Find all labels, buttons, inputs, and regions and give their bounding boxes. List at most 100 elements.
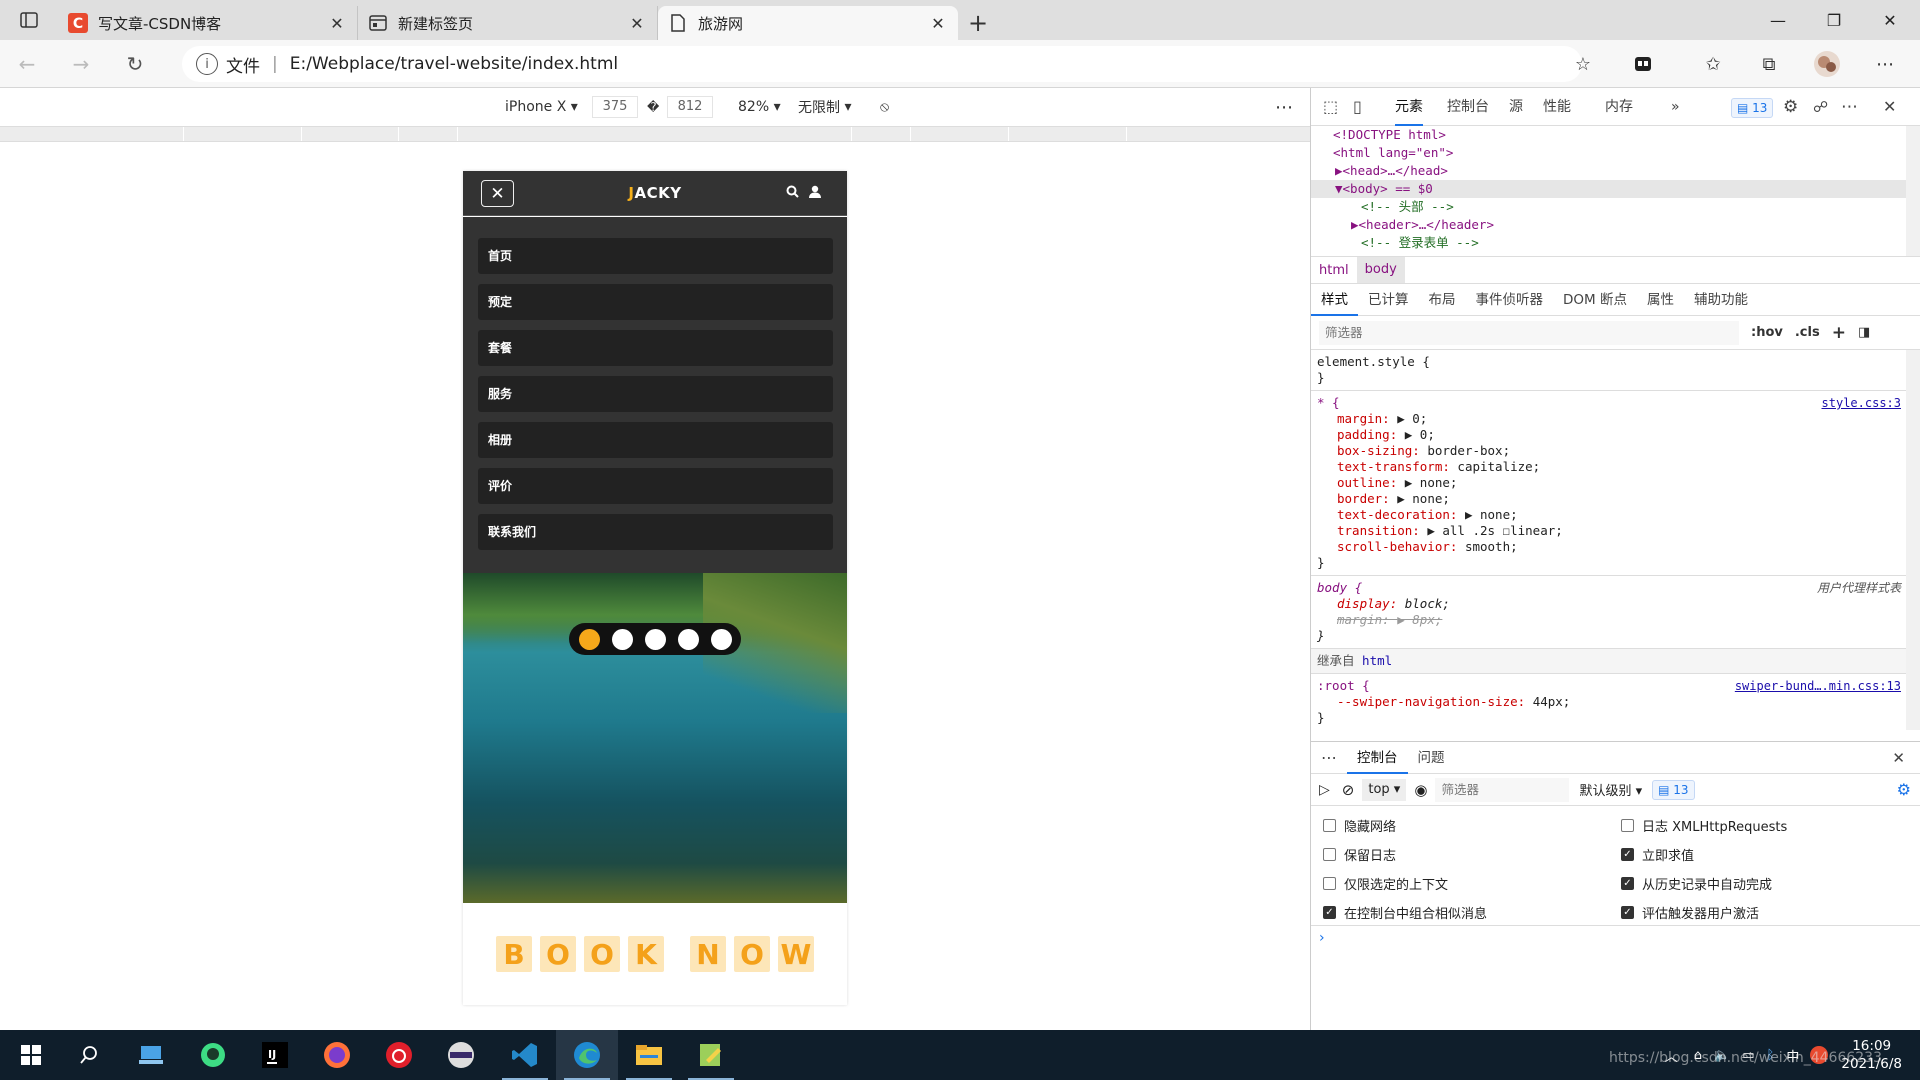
eager-eval-checkbox[interactable]: ✓ 立即求值 [1621,845,1694,864]
css-property-overridden[interactable]: margin: ▶ 8px; [1317,612,1901,628]
selected-context-checkbox[interactable]: 仅限选定的上下文 [1323,874,1448,893]
tab-console[interactable]: 控制台 [1347,742,1408,774]
css-property[interactable]: text-transform: capitalize; [1317,459,1901,475]
issues-badge[interactable]: ▤ 13 [1731,98,1774,118]
netease-music-icon[interactable] [368,1030,430,1080]
search-icon[interactable] [786,185,799,198]
console-prompt[interactable]: › [1311,926,1920,950]
back-icon[interactable]: ← [0,40,54,88]
css-property[interactable]: display: block; [1317,596,1901,612]
css-property[interactable]: box-sizing: border-box; [1317,443,1901,459]
collections-app-icon[interactable] [1620,40,1666,88]
styles-filter-input[interactable]: 筛选器 [1319,320,1739,345]
this-pc-icon[interactable] [120,1030,182,1080]
user-activation-checkbox[interactable]: ✓ 评估触发器用户激活 [1621,903,1759,922]
new-tab-button[interactable]: + [958,6,998,40]
tab-accessibility[interactable]: 辅助功能 [1684,284,1758,316]
breadcrumb-item[interactable]: html [1311,263,1357,278]
close-icon[interactable]: ✕ [327,14,347,33]
hov-button[interactable]: :hov [1751,325,1783,340]
window-close-icon[interactable]: ✕ [1862,0,1918,40]
windows-start-icon[interactable] [0,1030,62,1080]
inherited-link[interactable]: html [1362,653,1392,668]
slider-dot[interactable] [611,628,633,650]
forward-icon[interactable]: → [54,40,108,88]
css-property[interactable]: border: ▶ none; [1317,491,1901,507]
tab-styles[interactable]: 样式 [1311,284,1358,316]
feedback-icon[interactable]: ☍ [1813,88,1828,126]
issues-badge[interactable]: ▤ 13 [1652,779,1695,800]
dom-line[interactable]: <!DOCTYPE html> [1311,126,1907,144]
more-options-icon[interactable]: ⋯ [1841,88,1858,126]
user-icon[interactable] [809,185,821,198]
vscode-icon[interactable] [494,1030,556,1080]
device-select[interactable]: iPhone X ▾ [505,97,578,117]
sidebar-toggle-icon[interactable]: ▷ [1319,782,1330,798]
console-filter-input[interactable]: 筛选器 [1435,777,1570,802]
scrollbar[interactable] [1906,350,1920,730]
css-property[interactable]: scroll-behavior: smooth; [1317,539,1901,555]
autocomplete-checkbox[interactable]: ✓ 从历史记录中自动完成 [1621,874,1772,893]
hide-network-checkbox[interactable]: 隐藏网络 [1323,816,1396,835]
more-options-icon[interactable]: ⋯ [1275,97,1293,118]
tab-console[interactable]: 控制台 [1447,88,1489,126]
gear-icon[interactable]: ⚙ [1897,780,1911,799]
tab-performance[interactable]: 性能 [1543,88,1571,126]
rule-selector[interactable]: element.style { [1317,354,1901,370]
rule-selector[interactable]: * { [1317,395,1340,410]
height-input[interactable]: 812 [667,96,713,118]
maximize-icon[interactable]: ❐ [1806,0,1862,40]
scrollbar[interactable] [1906,126,1920,256]
notepad-icon[interactable] [680,1030,742,1080]
context-select[interactable]: top ▾ [1362,778,1407,801]
address-bar[interactable]: i 文件 | E:/Webplace/travel-website/index.… [182,46,1582,82]
rule-selector[interactable]: :root { [1317,678,1370,693]
avatar[interactable] [1804,40,1850,88]
info-icon[interactable]: i [196,53,218,75]
tab-layout[interactable]: 布局 [1419,284,1466,316]
settings-more-icon[interactable]: ⋯ [1862,40,1908,88]
media-query-ruler[interactable] [0,126,1310,142]
close-icon[interactable]: ✕ [1883,88,1896,126]
dom-tree[interactable]: <!DOCTYPE html> <html lang="en"> ▶<head>… [1311,126,1907,256]
tab-memory[interactable]: 内存 [1605,88,1633,126]
rotate-icon[interactable]: ⦸ [880,97,889,117]
log-xhr-checkbox[interactable]: 日志 XMLHttpRequests [1621,816,1787,835]
throttle-select[interactable]: 无限制 ▾ [798,97,851,117]
preserve-log-checkbox[interactable]: 保留日志 [1323,845,1396,864]
device-toggle-icon[interactable]: ▯ [1353,88,1362,126]
css-property[interactable]: margin: ▶ 0; [1317,411,1901,427]
group-similar-checkbox[interactable]: ✓ 在控制台中组合相似消息 [1323,903,1487,922]
css-property[interactable]: padding: ▶ 0; [1317,427,1901,443]
inspect-icon[interactable]: ⬚ [1323,88,1338,126]
drawer-menu-icon[interactable]: ⋯ [1311,742,1347,774]
log-level-select[interactable]: 默认级别 ▾ [1579,780,1642,799]
more-tabs-icon[interactable]: » [1671,88,1680,126]
dom-line-selected[interactable]: ▼<body> == $0 [1311,180,1907,198]
nav-item-book[interactable]: 预定 [478,284,833,320]
tab-issues[interactable]: 问题 [1408,742,1455,774]
tab-event-listeners[interactable]: 事件侦听器 [1466,284,1554,316]
css-property[interactable]: outline: ▶ none; [1317,475,1901,491]
tab-dom-breakpoints[interactable]: DOM 断点 [1553,284,1637,316]
nav-item-contact[interactable]: 联系我们 [478,514,833,550]
cls-button[interactable]: .cls [1795,325,1820,340]
add-favorite-icon[interactable]: ☆ [1560,40,1606,88]
nav-item-packages[interactable]: 套餐 [478,330,833,366]
nav-item-services[interactable]: 服务 [478,376,833,412]
nav-item-home[interactable]: 首页 [478,238,833,274]
slider-dot[interactable] [677,628,699,650]
rule-selector[interactable]: body { [1317,580,1362,595]
dom-line[interactable]: <html lang="en"> [1311,144,1907,162]
edge-icon[interactable] [556,1030,618,1080]
clear-console-icon[interactable]: ⊘ [1342,781,1355,799]
minimize-icon[interactable]: — [1750,0,1806,40]
dom-comment[interactable]: <!-- 头部 --> [1311,198,1907,216]
dom-line[interactable]: ▶<head>…</head> [1311,162,1907,180]
css-property[interactable]: transition: ▶ all .2s ☐linear; [1317,523,1901,539]
dom-comment[interactable]: <!-- 登录表单 --> [1311,234,1907,252]
close-icon[interactable]: ✕ [928,14,948,33]
eye-icon[interactable]: ◉ [1414,781,1427,799]
file-explorer-icon[interactable] [618,1030,680,1080]
android-studio-icon[interactable] [182,1030,244,1080]
